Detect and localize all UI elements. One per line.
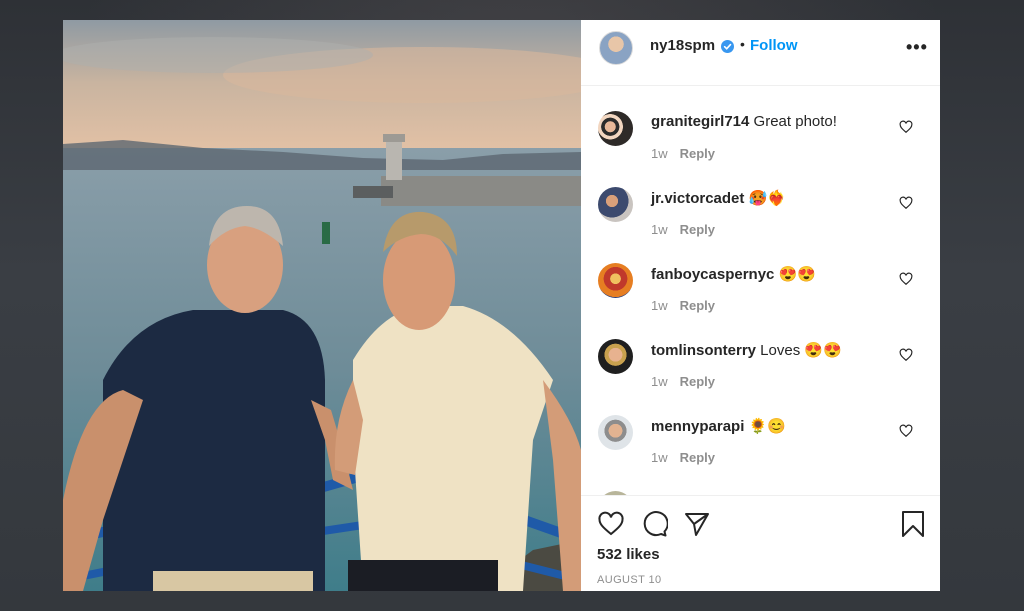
commenter-avatar[interactable]: [598, 187, 633, 222]
comment-item: tomlinsonterry Loves 😍😍 1w Reply: [581, 315, 940, 391]
comment-like-heart-icon[interactable]: [899, 348, 913, 362]
comment-age: 1w: [651, 222, 668, 237]
comment-like-heart-icon[interactable]: [899, 272, 913, 286]
more-options-icon[interactable]: •••: [906, 37, 928, 58]
comment-meta: 1w Reply: [651, 222, 715, 237]
comment-body: 🌻😊: [744, 418, 786, 435]
comments-list[interactable]: granitegirl714 Great photo! 1w Reply jr.v…: [581, 87, 940, 495]
post-modal: ny18spm • Follow ••• granitegirl714 Grea…: [63, 20, 940, 591]
share-icon[interactable]: [683, 510, 711, 538]
follow-button[interactable]: Follow: [750, 37, 798, 54]
comment-age: 1w: [651, 146, 668, 161]
header-separator: •: [740, 36, 745, 52]
comment-meta: 1w Reply: [651, 450, 715, 465]
commenter-username[interactable]: fanboycaspernyc: [651, 266, 774, 283]
comment-like-heart-icon[interactable]: [899, 424, 913, 438]
comment-icon[interactable]: [640, 510, 668, 538]
comment-text: granitegirl714 Great photo!: [651, 113, 837, 130]
reply-button[interactable]: Reply: [680, 374, 715, 389]
comment-age: 1w: [651, 450, 668, 465]
post-sidebar: ny18spm • Follow ••• granitegirl714 Grea…: [581, 20, 940, 591]
author-avatar[interactable]: [599, 31, 633, 65]
comment-meta: 1w Reply: [651, 146, 715, 161]
comment-item-partial: [581, 467, 940, 495]
comment-body: Great photo!: [749, 113, 837, 130]
comment-item: jr.victorcadet 🥵❤️‍🔥 1w Reply: [581, 163, 940, 239]
commenter-username[interactable]: tomlinsonterry: [651, 342, 756, 359]
comment-like-heart-icon[interactable]: [899, 120, 913, 134]
post-photo[interactable]: [63, 20, 581, 591]
post-date: AUGUST 10: [597, 574, 662, 586]
reply-button[interactable]: Reply: [680, 298, 715, 313]
comment-text: tomlinsonterry Loves 😍😍: [651, 341, 842, 359]
comment-body: Loves 😍😍: [756, 342, 842, 359]
bookmark-icon[interactable]: [899, 510, 927, 538]
comment-text: fanboycaspernyc 😍😍: [651, 265, 816, 283]
comment-text: jr.victorcadet 🥵❤️‍🔥: [651, 189, 786, 207]
comment-body: 😍😍: [774, 266, 816, 283]
comment-item: fanboycaspernyc 😍😍 1w Reply: [581, 239, 940, 315]
verified-icon: [721, 40, 734, 53]
comment-item: granitegirl714 Great photo! 1w Reply: [581, 87, 940, 163]
heart-icon[interactable]: [597, 510, 625, 538]
comment-text: mennyparapi 🌻😊: [651, 417, 786, 435]
post-image: [63, 20, 581, 591]
comment-age: 1w: [651, 298, 668, 313]
comment-like-heart-icon[interactable]: [899, 196, 913, 210]
reply-button[interactable]: Reply: [680, 450, 715, 465]
comment-body: 🥵❤️‍🔥: [744, 190, 786, 207]
commenter-username[interactable]: jr.victorcadet: [651, 190, 744, 207]
commenter-avatar[interactable]: [598, 111, 633, 146]
comment-item: mennyparapi 🌻😊 1w Reply: [581, 391, 940, 467]
likes-count[interactable]: 532 likes: [597, 546, 660, 563]
post-actions: 532 likes AUGUST 10: [581, 495, 940, 591]
commenter-avatar[interactable]: [598, 263, 633, 298]
reply-button[interactable]: Reply: [680, 146, 715, 161]
commenter-avatar[interactable]: [598, 339, 633, 374]
commenter-username[interactable]: granitegirl714: [651, 113, 749, 130]
comment-meta: 1w Reply: [651, 298, 715, 313]
post-header: ny18spm • Follow •••: [581, 20, 940, 86]
comment-meta: 1w Reply: [651, 374, 715, 389]
author-username[interactable]: ny18spm: [650, 37, 715, 54]
reply-button[interactable]: Reply: [680, 222, 715, 237]
comment-age: 1w: [651, 374, 668, 389]
commenter-username[interactable]: mennyparapi: [651, 418, 744, 435]
commenter-avatar[interactable]: [598, 415, 633, 450]
